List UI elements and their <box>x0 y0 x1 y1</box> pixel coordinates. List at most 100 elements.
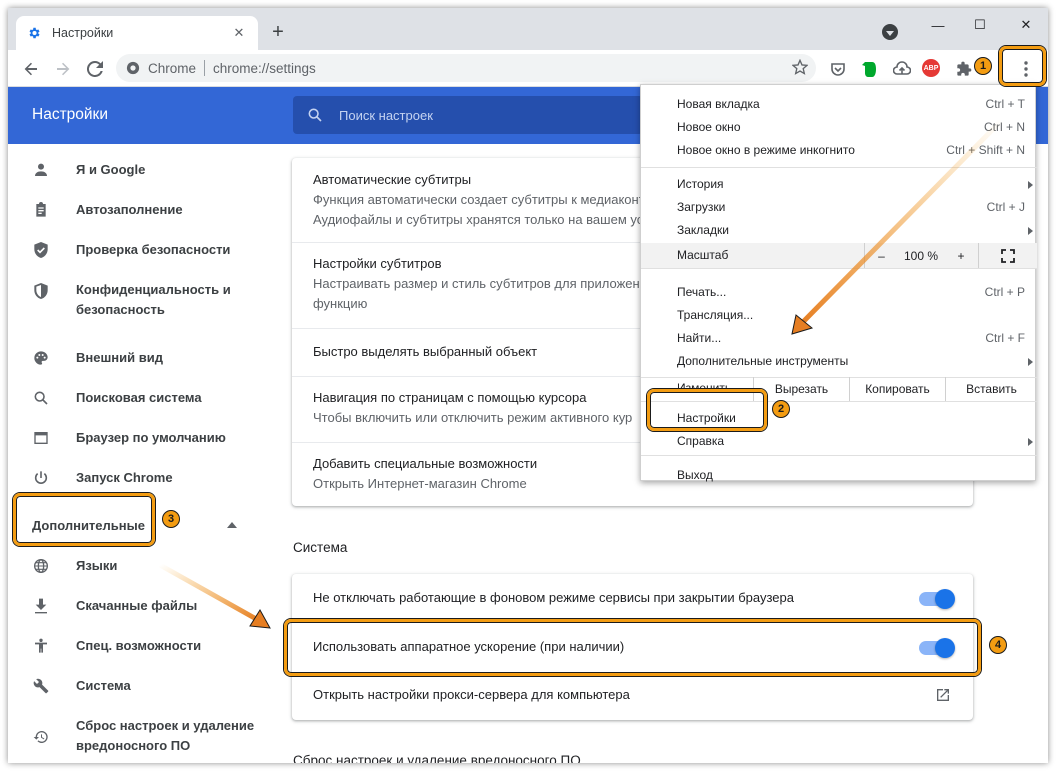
menu-item-label: Трансляция... <box>677 308 754 322</box>
menu-item-more-tools[interactable]: Дополнительные инструменты <box>641 350 1037 372</box>
setting-row-background-apps[interactable]: Не отключать работающие в фоновом режиме… <box>292 588 973 609</box>
menu-item-history[interactable]: История <box>641 173 1037 195</box>
menu-item-label: Закладки <box>677 223 729 237</box>
menu-item-new-tab[interactable]: Новая вкладка Ctrl + T <box>641 93 1037 115</box>
sidebar-item-search-engine[interactable]: Поисковая система <box>8 388 278 408</box>
pocket-icon[interactable] <box>828 59 848 79</box>
submenu-arrow-icon <box>1028 227 1033 235</box>
sidebar-item-label: Языки <box>76 558 118 573</box>
omnibox-separator <box>204 60 206 76</box>
step-badge-1: 1 <box>974 57 992 75</box>
reload-button[interactable] <box>82 56 108 82</box>
sidebar-item-label: Браузер по умолчанию <box>76 430 226 445</box>
menu-shortcut: Ctrl + J <box>986 200 1025 214</box>
cut-button[interactable]: Вырезать <box>753 377 849 401</box>
fullscreen-button[interactable] <box>978 243 1037 268</box>
sidebar-item-safety-check[interactable]: Проверка безопасности <box>8 240 278 260</box>
sidebar-item-label: Сброс настроек и удаление вредоносного П… <box>76 718 255 753</box>
settings-search-input[interactable]: Поиск настроек <box>293 96 643 134</box>
chevron-up-icon[interactable] <box>227 522 237 528</box>
section-title-reset: Сброс настроек и удаление вредоносного П… <box>293 753 581 763</box>
sidebar-item-appearance[interactable]: Внешний вид <box>8 348 278 368</box>
copy-button[interactable]: Копировать <box>849 377 945 401</box>
sidebar-item-autofill[interactable]: Автозаполнение <box>8 200 278 220</box>
page-title: Настройки <box>32 106 109 123</box>
palette-icon <box>32 349 50 367</box>
menu-item-find[interactable]: Найти... Ctrl + F <box>641 327 1037 349</box>
sidebar-item-you-and-google[interactable]: Я и Google <box>8 160 278 180</box>
power-icon <box>32 469 50 487</box>
evernote-icon[interactable] <box>860 59 880 79</box>
reload-icon <box>87 61 103 77</box>
url-text[interactable]: chrome://settings <box>213 61 316 76</box>
tab-strip: Настройки ✕ + — ☐ ✕ <box>8 8 1048 50</box>
sidebar-item-downloads[interactable]: Скачанные файлы <box>8 596 278 616</box>
sidebar-item-reset[interactable]: Сброс настроек и удаление вредоносного П… <box>8 716 278 756</box>
highlight-settings-item <box>647 389 767 431</box>
menu-item-label: Дополнительные инструменты <box>677 354 849 368</box>
sidebar-item-privacy[interactable]: Конфиденциальность и безопасность <box>8 280 278 320</box>
sidebar-item-languages[interactable]: Языки <box>8 556 278 576</box>
gear-icon <box>26 25 42 41</box>
sidebar-item-label: Я и Google <box>76 162 146 177</box>
paste-button[interactable]: Вставить <box>945 377 1037 401</box>
menu-item-help[interactable]: Справка <box>641 430 1037 452</box>
external-link-icon[interactable] <box>935 687 951 703</box>
menu-item-exit[interactable]: Выход <box>641 464 1037 486</box>
background-apps-toggle[interactable] <box>919 589 955 609</box>
menu-item-bookmarks[interactable]: Закладки <box>641 219 1037 241</box>
sidebar-item-on-startup[interactable]: Запуск Chrome <box>8 468 278 488</box>
step-badge-3: 3 <box>162 510 180 528</box>
bookmark-star-icon[interactable] <box>792 59 808 75</box>
menu-separator <box>641 268 1037 269</box>
sidebar-item-label: Спец. возможности <box>76 638 202 653</box>
shield-icon <box>32 282 50 300</box>
menu-separator <box>641 167 1037 168</box>
accessibility-icon <box>32 637 50 655</box>
person-icon <box>32 161 50 179</box>
menu-item-print[interactable]: Печать... Ctrl + P <box>641 281 1037 303</box>
tab-title: Настройки <box>52 26 114 40</box>
wrench-icon <box>32 677 50 695</box>
menu-item-downloads[interactable]: Загрузки Ctrl + J <box>641 196 1037 218</box>
tab-search-icon[interactable] <box>882 24 898 40</box>
new-tab-button[interactable]: + <box>266 20 290 44</box>
sidebar-item-system[interactable]: Система <box>8 676 278 696</box>
sidebar-item-label: Внешний вид <box>76 350 163 365</box>
menu-item-cast[interactable]: Трансляция... <box>641 304 1037 326</box>
extensions-puzzle-icon[interactable] <box>954 59 974 79</box>
toolbar: Chrome chrome://settings ABP <box>8 50 1048 87</box>
back-arrow-icon <box>24 62 37 76</box>
menu-item-new-window[interactable]: Новое окно Ctrl + N <box>641 116 1037 138</box>
menu-item-incognito[interactable]: Новое окно в режиме инкогнито Ctrl + Shif… <box>641 139 1037 161</box>
tab-settings[interactable]: Настройки ✕ <box>16 16 258 50</box>
highlight-hardware-acceleration <box>284 619 981 676</box>
sidebar-item-label: Система <box>76 678 131 693</box>
close-window-button[interactable]: ✕ <box>1004 14 1048 36</box>
submenu-arrow-icon <box>1028 438 1033 446</box>
menu-item-label: Справка <box>677 434 725 448</box>
adblock-plus-icon[interactable]: ABP <box>922 59 940 77</box>
section-title-system: Система <box>293 540 348 555</box>
close-tab-icon[interactable]: ✕ <box>230 24 248 42</box>
sidebar-item-label: Проверка безопасности <box>76 242 231 257</box>
menu-item-label: Выход <box>677 468 713 482</box>
menu-zoom-row: Масштаб – 100 % + <box>641 243 1037 268</box>
setting-row-proxy[interactable]: Открыть настройки прокси-сервера для ком… <box>292 685 973 705</box>
sidebar-item-accessibility[interactable]: Спец. возможности <box>8 636 278 656</box>
zoom-out-button[interactable]: – <box>864 243 898 268</box>
maximize-button[interactable]: ☐ <box>958 14 1002 36</box>
submenu-arrow-icon <box>1028 358 1033 366</box>
minimize-button[interactable]: — <box>916 14 960 36</box>
highlight-advanced <box>13 493 155 546</box>
address-bar[interactable]: Chrome chrome://settings <box>116 54 816 82</box>
cloud-upload-icon[interactable] <box>892 59 912 79</box>
forward-button[interactable] <box>50 56 76 82</box>
menu-shortcut: Ctrl + Shift + N <box>946 143 1025 157</box>
clipboard-icon <box>32 201 50 219</box>
setting-title: Открыть настройки прокси-сервера для ком… <box>313 687 630 702</box>
sidebar-item-default-browser[interactable]: Браузер по умолчанию <box>8 428 278 448</box>
zoom-in-button[interactable]: + <box>944 243 978 268</box>
back-button[interactable] <box>18 56 44 82</box>
menu-shortcut: Ctrl + T <box>985 97 1025 111</box>
